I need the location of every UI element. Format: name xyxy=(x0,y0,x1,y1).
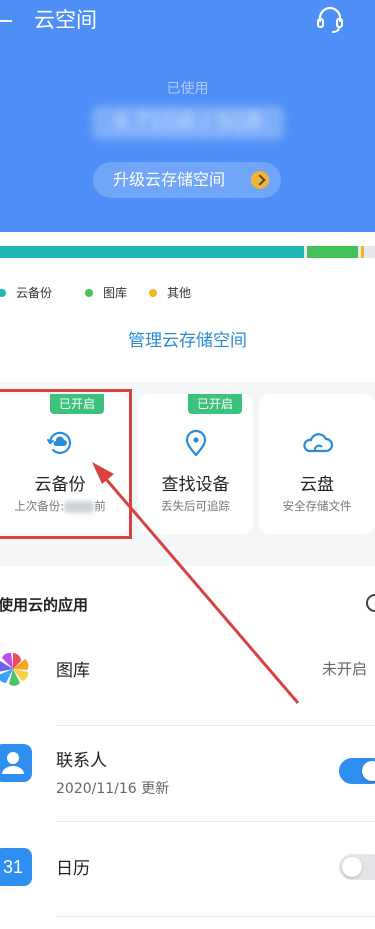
annotation-arrow xyxy=(92,462,300,704)
